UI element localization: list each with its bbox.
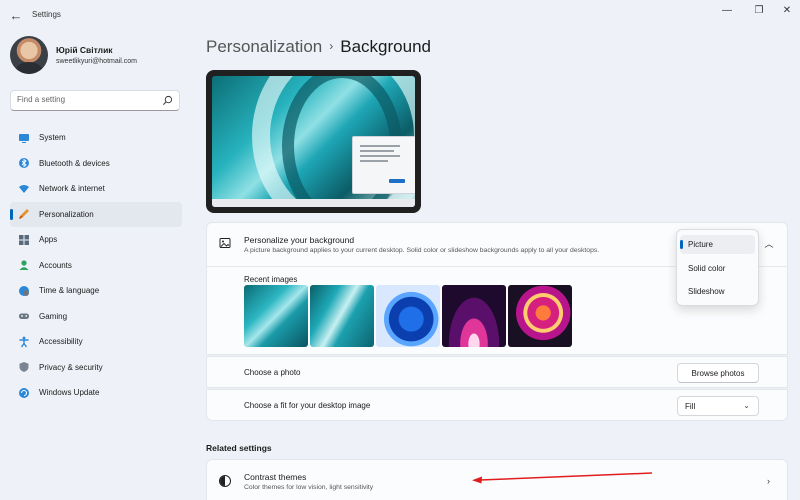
breadcrumb-parent[interactable]: Personalization [206,37,322,56]
recent-images-label: Recent images [244,275,298,284]
close-button[interactable]: ✕ [776,4,798,18]
recent-images [244,285,572,347]
preview-taskbar [212,199,415,207]
user-name: Юрій Світлик [56,45,113,55]
choose-photo-label: Choose a photo [244,368,301,377]
back-button[interactable]: ← [6,6,26,26]
contrast-icon [219,475,231,487]
fit-select-value: Fill [685,402,696,411]
search-box[interactable] [10,90,180,111]
shield-icon [18,361,30,373]
related-settings-heading: Related settings [206,443,272,453]
recent-image-thumbnail[interactable] [244,285,308,347]
choose-photo-row: Choose a photo Browse photos [206,356,788,388]
background-type-dropdown: Picture Solid color Slideshow [676,229,759,306]
wifi-icon [18,183,30,195]
accessibility-icon [18,336,30,348]
sidebar-item-privacy[interactable]: Privacy & security [10,355,182,381]
contrast-themes-description: Color themes for low vision, light sensi… [244,484,374,491]
bluetooth-icon [18,157,30,169]
chevron-right-icon: › [767,476,770,486]
choose-fit-label: Choose a fit for your desktop image [244,401,371,410]
sidebar-item-bluetooth[interactable]: Bluetooth & devices [10,151,182,177]
sidebar-item-label: Personalization [39,209,94,219]
globe-clock-icon [18,285,30,297]
monitor-icon [18,132,30,144]
sidebar-item-label: Bluetooth & devices [39,158,110,168]
avatar[interactable] [10,36,48,74]
sidebar-item-accounts[interactable]: Accounts [10,253,182,279]
apps-icon [18,234,30,246]
image-icon [219,238,231,248]
sidebar-nav: System Bluetooth & devices Network & int… [10,125,182,406]
person-icon [18,259,30,271]
breadcrumb-separator: › [329,39,334,53]
breadcrumb: Personalization › Background [206,37,431,57]
title-bar: ← Settings — ❐ ✕ [0,0,800,32]
fit-select[interactable]: Fill ⌄ [677,396,759,416]
contrast-themes-title: Contrast themes [244,472,307,482]
recent-image-thumbnail[interactable] [442,285,506,347]
sidebar-item-label: Windows Update [39,388,100,398]
preview-window [352,136,415,194]
sidebar-item-windows-update[interactable]: Windows Update [10,380,182,406]
sidebar-item-personalization[interactable]: Personalization [10,201,182,227]
personalize-description: A picture background applies to your cur… [244,247,600,254]
gamepad-icon [18,310,30,322]
search-icon[interactable] [162,95,173,106]
choose-fit-row: Choose a fit for your desktop image Fill… [206,389,788,421]
sidebar-item-label: Gaming [39,311,68,321]
page-title: Background [340,37,431,56]
sidebar-item-network[interactable]: Network & internet [10,176,182,202]
search-input[interactable] [17,95,157,104]
sidebar-item-label: Privacy & security [39,362,103,372]
user-email: sweetlikyuri@hotmail.com [56,58,138,65]
chevron-down-icon: ⌄ [743,401,750,410]
dropdown-option-solid-color[interactable]: Solid color [680,259,755,278]
sidebar-item-system[interactable]: System [10,125,182,151]
sidebar-item-label: Network & internet [39,184,105,194]
update-icon [18,387,30,399]
chevron-up-icon[interactable]: ︿ [762,237,776,249]
sidebar-item-time-language[interactable]: Time & language [10,278,182,304]
sidebar-item-label: System [39,133,66,143]
sidebar-item-apps[interactable]: Apps [10,227,182,253]
preview-wallpaper [212,76,415,207]
sidebar-item-accessibility[interactable]: Accessibility [10,329,182,355]
sidebar-item-label: Accessibility [39,337,83,347]
sidebar-item-label: Accounts [39,260,72,270]
brush-icon [18,208,30,220]
app-title: Settings [32,10,61,19]
sidebar-item-gaming[interactable]: Gaming [10,304,182,330]
sidebar-item-label: Time & language [39,286,100,296]
browse-photos-button[interactable]: Browse photos [677,363,759,383]
contrast-themes-card[interactable]: Contrast themes Color themes for low vis… [206,459,788,500]
sidebar-item-label: Apps [39,235,58,245]
recent-image-thumbnail[interactable] [508,285,572,347]
dropdown-option-picture[interactable]: Picture [680,235,755,254]
personalize-title: Personalize your background [244,235,355,245]
maximize-button[interactable]: ❐ [748,4,770,18]
recent-image-thumbnail[interactable] [310,285,374,347]
recent-image-thumbnail[interactable] [376,285,440,347]
desktop-preview [206,70,421,213]
minimize-button[interactable]: — [716,4,738,18]
dropdown-option-slideshow[interactable]: Slideshow [680,282,755,301]
